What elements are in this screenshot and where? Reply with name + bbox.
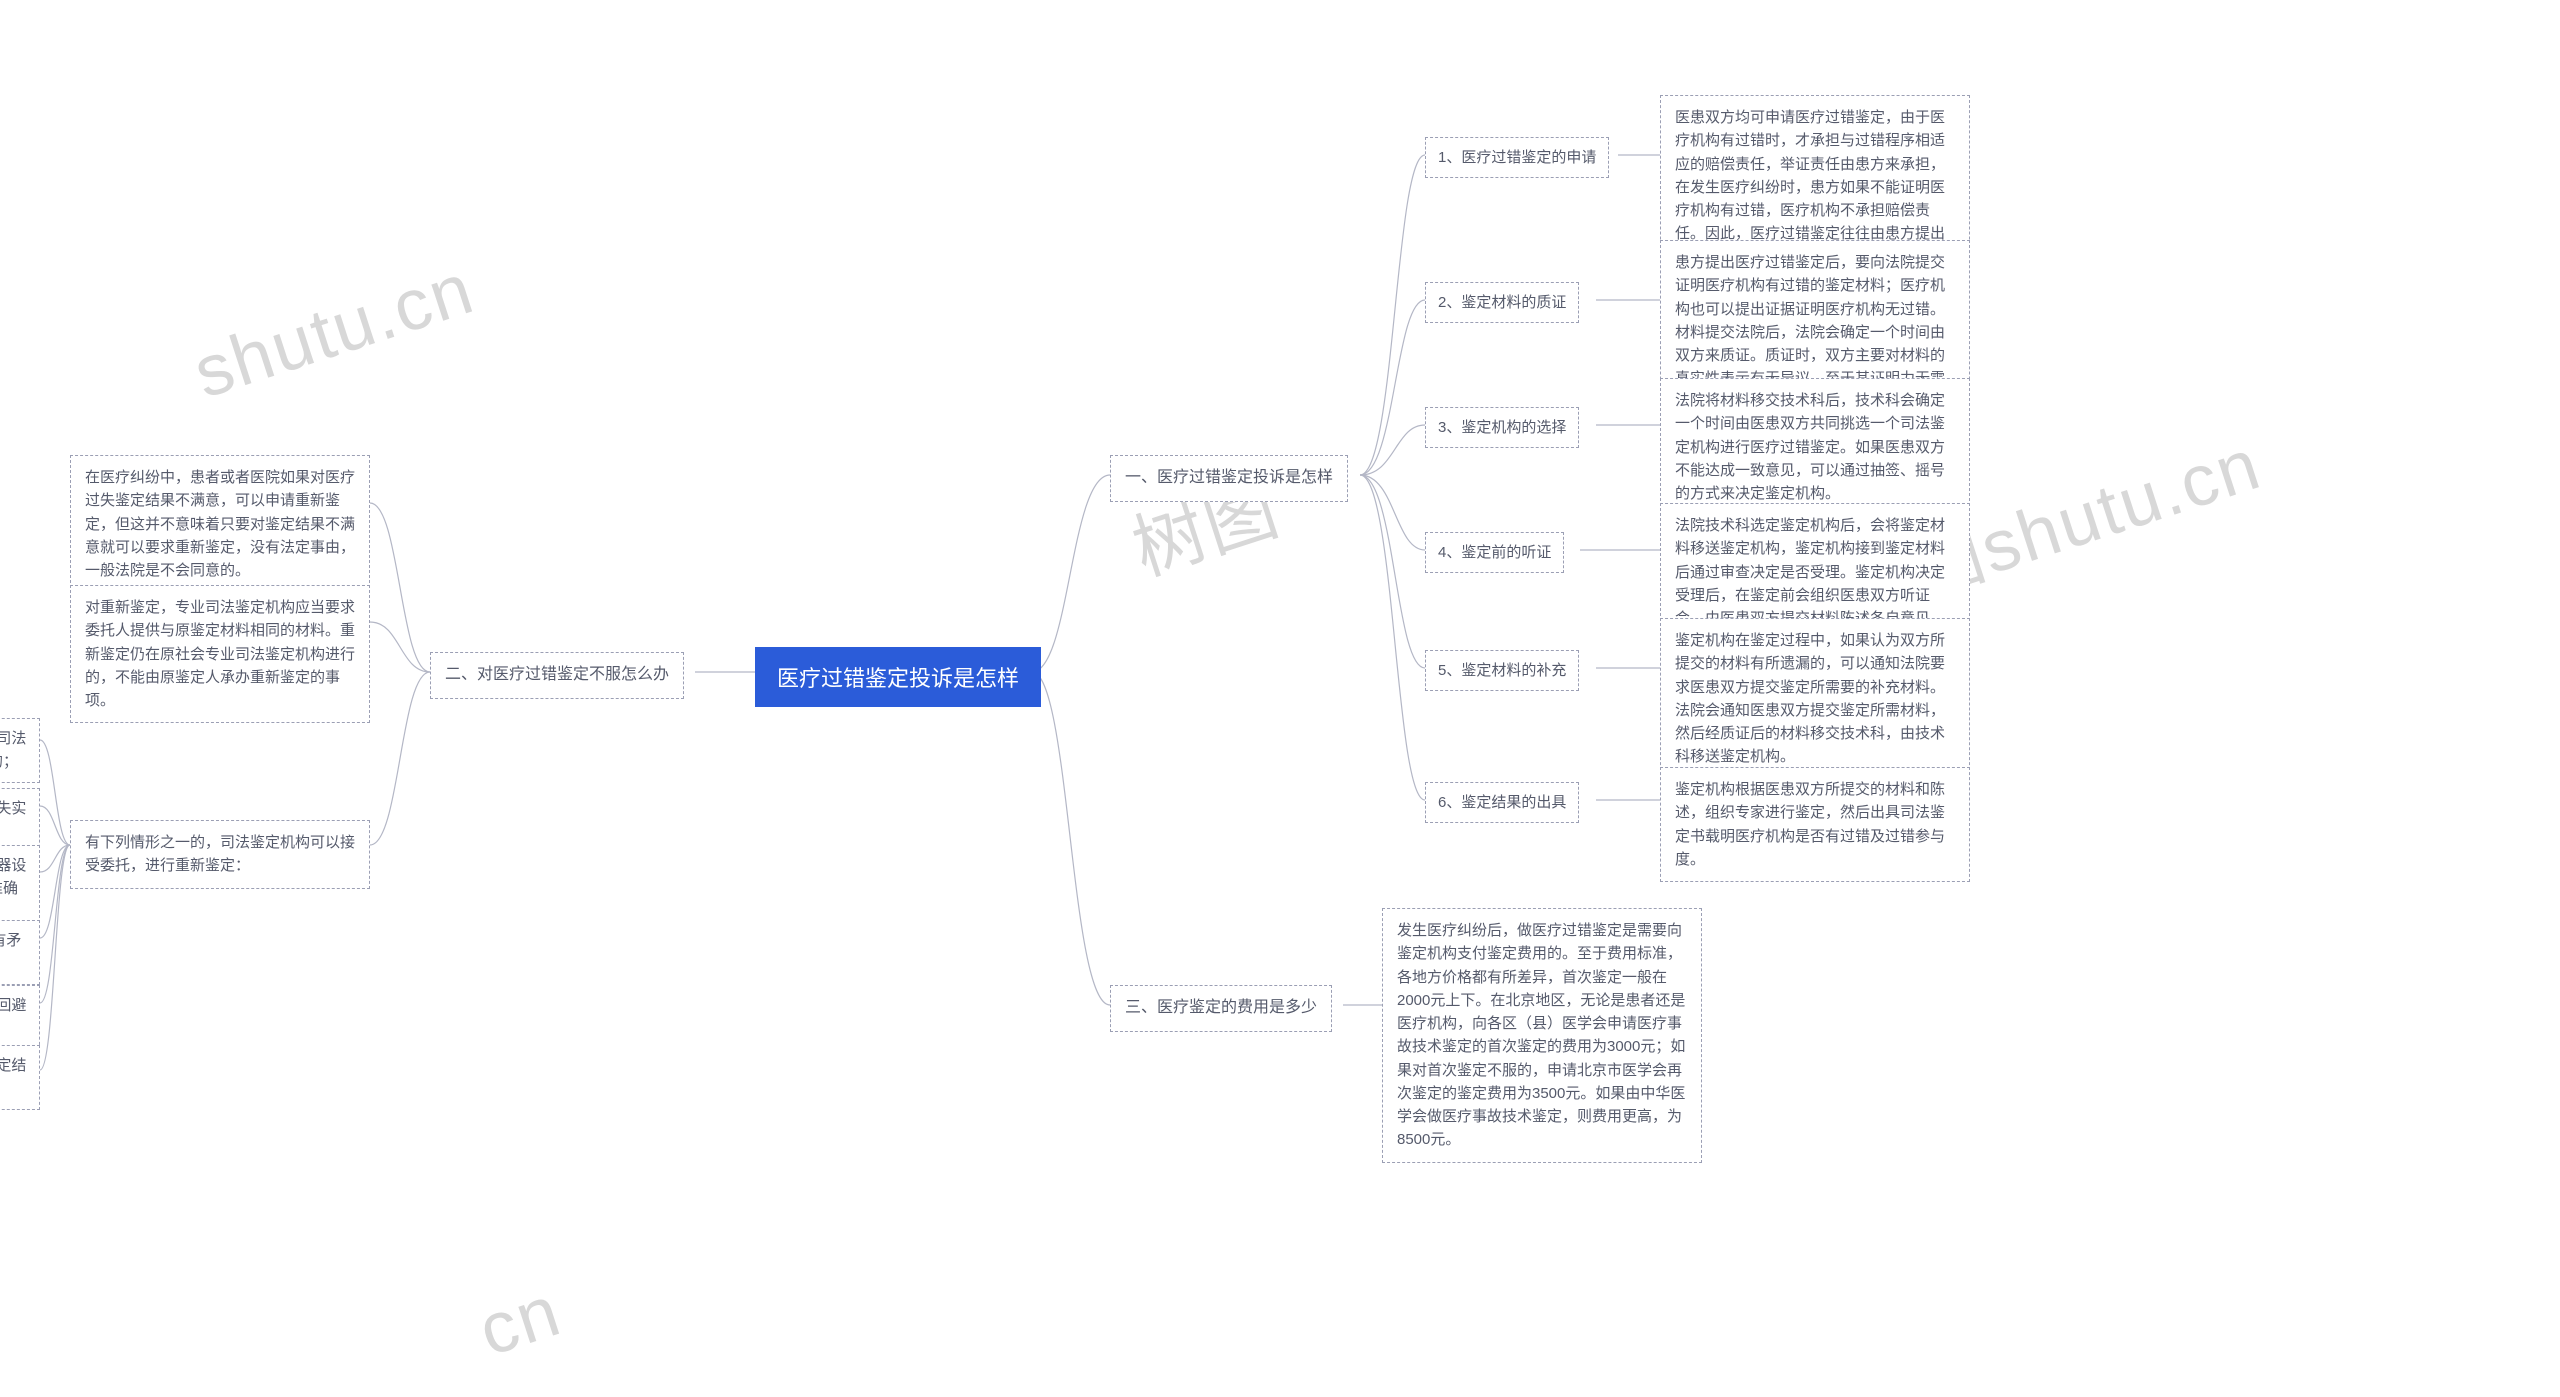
branch2-sub-item-6: （6）原司法鉴定人因过错出具错误鉴定结论的。 [0, 1045, 40, 1110]
branch1-item-1-label: 1、医疗过错鉴定的申请 [1425, 137, 1609, 178]
branch2-sub-item-1: （1）司法鉴定机构、司法鉴定人超越司法鉴定业务范围或者执业类别进行鉴定的； [0, 718, 40, 783]
branch1-item-2-label: 2、鉴定材料的质证 [1425, 282, 1579, 323]
branch2-sub-item-2: （2）送鉴的材料虚假或者失实的； [0, 788, 40, 853]
branch1-item-5-detail: 鉴定机构在鉴定过程中，如果认为双方所提交的材料有所遗漏的，可以通知法院要求医患双… [1660, 618, 1970, 780]
branch2-para1: 在医疗纠纷中，患者或者医院如果对医疗过失鉴定结果不满意，可以申请重新鉴定，但这并… [70, 455, 370, 593]
root-node: 医疗过错鉴定投诉是怎样 [755, 647, 1041, 707]
branch1-title: 一、医疗过错鉴定投诉是怎样 [1110, 455, 1348, 502]
connector-lines [0, 0, 2560, 1397]
branch2-title: 二、对医疗过错鉴定不服怎么办 [430, 652, 684, 699]
watermark: shutu.cn [184, 247, 483, 414]
branch2-para2: 对重新鉴定，专业司法鉴定机构应当要求委托人提供与原鉴定材料相同的材料。重新鉴定仍… [70, 585, 370, 723]
branch1-item-6-detail: 鉴定机构根据医患双方所提交的材料和陈述，组织专家进行鉴定，然后出具司法鉴定书载明… [1660, 767, 1970, 882]
branch2-sub-label: 有下列情形之一的，司法鉴定机构可以接受委托，进行重新鉴定： [70, 820, 370, 889]
branch2-sub-item-4: （4）原鉴定结论与其他证据有矛盾的； [0, 920, 40, 985]
branch1-item-5-label: 5、鉴定材料的补充 [1425, 650, 1579, 691]
branch1-item-3-detail: 法院将材料移交技术科后，技术科会确定一个时间由医患双方共同挑选一个司法鉴定机构进… [1660, 378, 1970, 516]
branch3-title: 三、医疗鉴定的费用是多少 [1110, 985, 1332, 1032]
branch2-sub-item-5: （5）原司法鉴定人应当回避而没有回避的； [0, 985, 40, 1050]
branch3-detail: 发生医疗纠纷后，做医疗过错鉴定是需要向鉴定机构支付鉴定费用的。至于费用标准，各地… [1382, 908, 1702, 1163]
branch1-item-3-label: 3、鉴定机构的选择 [1425, 407, 1579, 448]
branch1-item-6-label: 6、鉴定结果的出具 [1425, 782, 1579, 823]
watermark: cn [469, 1270, 570, 1373]
branch1-item-4-label: 4、鉴定前的听证 [1425, 532, 1564, 573]
